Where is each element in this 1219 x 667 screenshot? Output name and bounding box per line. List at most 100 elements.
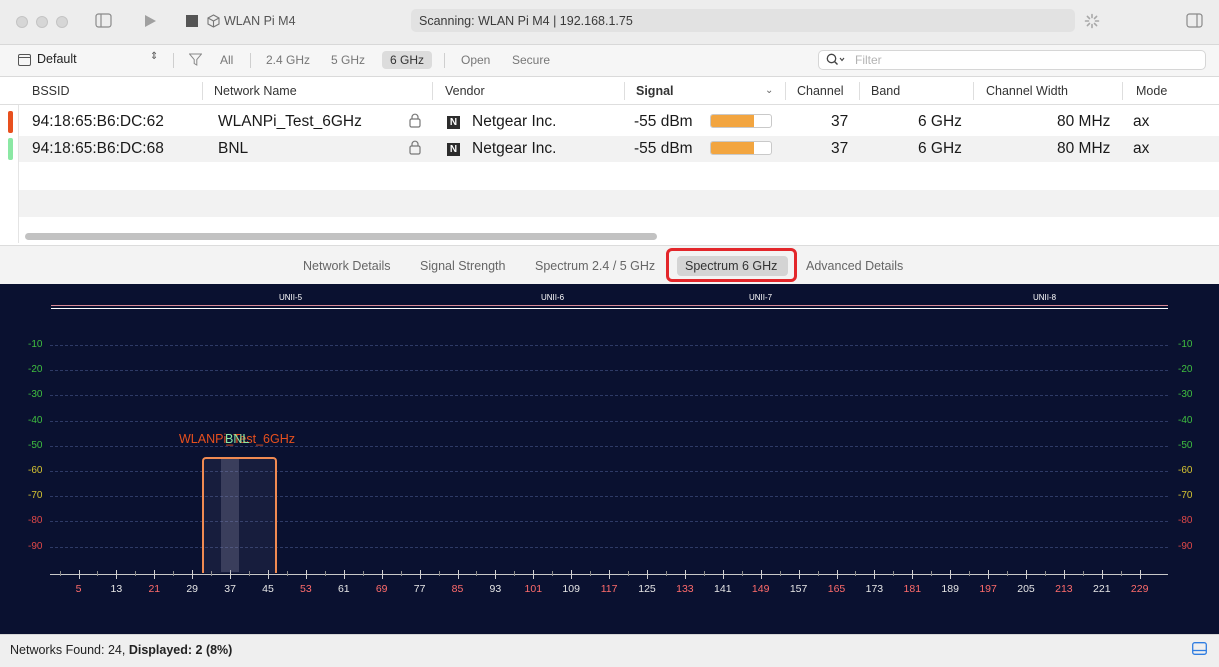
channel-tick bbox=[798, 570, 800, 579]
close-window-button[interactable] bbox=[16, 16, 28, 28]
tab-spectrum-2-4-5ghz[interactable]: Spectrum 2.4 / 5 GHz bbox=[535, 259, 655, 273]
channel-minor-tick bbox=[173, 571, 175, 576]
network-label-bnl: BNL bbox=[225, 432, 250, 446]
channel-label: 77 bbox=[413, 583, 426, 595]
level-label: -90 bbox=[28, 540, 43, 552]
channel-label: 117 bbox=[600, 583, 618, 595]
channel-minor-tick bbox=[362, 571, 364, 576]
signal-bar bbox=[710, 114, 772, 128]
channel-label: 141 bbox=[714, 583, 732, 595]
channel-label: 181 bbox=[903, 583, 922, 595]
level-label: -40 bbox=[1178, 414, 1193, 426]
signal-bar bbox=[710, 141, 772, 155]
device-name[interactable]: WLAN Pi M4 bbox=[224, 14, 296, 28]
column-band[interactable]: Band bbox=[871, 84, 900, 98]
channel-minor-tick bbox=[779, 571, 781, 576]
horizontal-scrollbar[interactable] bbox=[25, 233, 657, 240]
column-divider bbox=[202, 82, 203, 100]
cell-channel: 37 bbox=[831, 113, 849, 130]
column-channel[interactable]: Channel bbox=[797, 84, 844, 98]
channel-minor-tick bbox=[1044, 571, 1046, 576]
channel-minor-tick bbox=[324, 571, 326, 576]
unii-band-line bbox=[51, 308, 1168, 309]
table-row[interactable] bbox=[18, 136, 1219, 162]
row-color-indicator bbox=[8, 138, 13, 160]
column-bssid[interactable]: BSSID bbox=[32, 84, 70, 98]
table-row[interactable] bbox=[18, 109, 1219, 135]
filter-funnel-icon[interactable] bbox=[189, 53, 202, 66]
column-mode[interactable]: Mode bbox=[1136, 84, 1167, 98]
channel-label: 109 bbox=[562, 583, 580, 595]
column-network-name[interactable]: Network Name bbox=[214, 84, 297, 98]
search-icon[interactable] bbox=[826, 53, 846, 66]
cell-network-name: BNL bbox=[218, 140, 249, 157]
minimize-window-button[interactable] bbox=[36, 16, 48, 28]
channel-minor-tick bbox=[552, 571, 554, 576]
play-icon[interactable] bbox=[144, 14, 157, 28]
unii-7-label: UNII-7 bbox=[749, 293, 773, 302]
channel-minor-tick bbox=[931, 571, 933, 576]
network-signal-shape-wlanpi-test[interactable] bbox=[202, 457, 277, 573]
tab-advanced-details[interactable]: Advanced Details bbox=[806, 259, 903, 273]
inspector-toggle-icon[interactable] bbox=[1186, 13, 1203, 28]
filter-5ghz[interactable]: 5 GHz bbox=[331, 53, 365, 67]
level-label: -70 bbox=[28, 490, 43, 502]
vendor-logo-icon: N bbox=[447, 143, 460, 156]
column-divider bbox=[785, 82, 786, 100]
channel-minor-tick bbox=[969, 571, 971, 576]
stop-icon[interactable] bbox=[186, 15, 198, 27]
networks-count-text: Networks Found: 24, Displayed: 2 (8%) bbox=[10, 643, 232, 657]
lock-icon bbox=[409, 140, 421, 155]
level-label: -50 bbox=[1178, 439, 1193, 451]
bottom-panel-toggle-icon[interactable] bbox=[1192, 642, 1207, 655]
search-placeholder: Filter bbox=[855, 53, 882, 67]
lock-icon bbox=[409, 113, 421, 128]
filter-all[interactable]: All bbox=[220, 53, 233, 67]
channel-tick bbox=[343, 570, 345, 579]
channel-minor-tick bbox=[893, 571, 895, 576]
channel-tick bbox=[722, 570, 724, 579]
sidebar-toggle-icon[interactable] bbox=[95, 13, 112, 28]
level-label: -80 bbox=[28, 515, 43, 527]
empty-row bbox=[18, 190, 1219, 217]
updown-chevron-icon[interactable]: ⇕ bbox=[150, 51, 158, 62]
channel-label: 125 bbox=[638, 583, 656, 595]
filter-secure[interactable]: Secure bbox=[512, 53, 550, 67]
channel-label: 69 bbox=[375, 583, 388, 595]
level-label: -90 bbox=[1178, 540, 1193, 552]
column-divider bbox=[859, 82, 860, 100]
level-label: -10 bbox=[28, 339, 43, 350]
device-cube-icon bbox=[207, 14, 220, 28]
channel-label: 61 bbox=[337, 583, 350, 595]
channel-tick bbox=[419, 570, 421, 579]
cell-network-name: WLANPi_Test_6GHz bbox=[218, 113, 362, 130]
signal-bar-fill bbox=[711, 115, 755, 127]
cell-vendor: Netgear Inc. bbox=[472, 113, 557, 130]
filter-6ghz[interactable]: 6 GHz bbox=[390, 53, 424, 67]
tab-spectrum-6ghz[interactable]: Spectrum 6 GHz bbox=[685, 259, 777, 273]
channel-label: 205 bbox=[1017, 583, 1035, 595]
cell-mode: ax bbox=[1133, 140, 1150, 157]
preset-select[interactable]: Default bbox=[37, 52, 77, 66]
column-channel-width[interactable]: Channel Width bbox=[986, 84, 1068, 98]
vendor-logo-icon: N bbox=[447, 116, 460, 129]
channel-minor-tick bbox=[438, 571, 440, 576]
column-vendor[interactable]: Vendor bbox=[445, 84, 485, 98]
tab-signal-strength[interactable]: Signal Strength bbox=[420, 259, 505, 273]
column-signal[interactable]: Signal bbox=[636, 84, 674, 98]
cell-bssid: 94:18:65:B6:DC:68 bbox=[32, 140, 164, 157]
cell-bssid: 94:18:65:B6:DC:62 bbox=[32, 113, 164, 130]
sort-descending-icon[interactable]: ⌄ bbox=[765, 85, 773, 96]
cell-band: 6 GHz bbox=[918, 113, 962, 130]
signal-bar-fill bbox=[711, 142, 755, 154]
channel-label: 37 bbox=[224, 583, 236, 595]
channel-label: 93 bbox=[489, 583, 502, 595]
filter-2-4ghz[interactable]: 2.4 GHz bbox=[266, 53, 310, 67]
filter-open[interactable]: Open bbox=[461, 53, 490, 67]
channel-label: 221 bbox=[1093, 583, 1111, 595]
channel-label: 213 bbox=[1055, 583, 1073, 595]
channel-tick bbox=[647, 570, 648, 579]
tab-network-details[interactable]: Network Details bbox=[303, 259, 391, 273]
column-divider bbox=[973, 82, 974, 100]
zoom-window-button[interactable] bbox=[56, 16, 68, 28]
